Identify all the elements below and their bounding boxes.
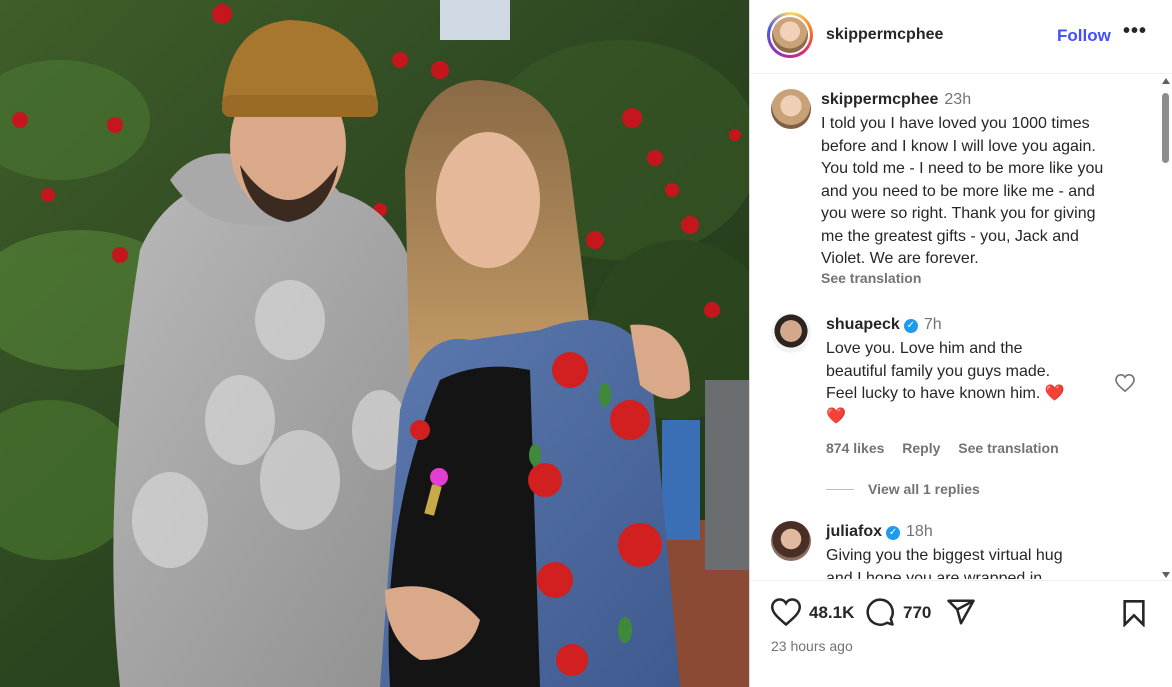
caption: skippermcphee 23h I told you I have loved… [750,75,1160,290]
caption-line: Violet. We are forever. [821,250,979,267]
caption-time: 23h [944,91,972,108]
comments-scrollbar[interactable] [1161,78,1170,578]
verified-badge-icon: ✓ [903,319,918,333]
comments-list[interactable]: skippermcphee 23h I told you I have loved… [750,75,1172,579]
save-bookmark-icon[interactable] [1122,599,1146,627]
comment-text: Love you. Love him and the beautiful fam… [826,338,1116,428]
scrollbar-thumb[interactable] [1162,93,1169,163]
more-options-icon[interactable]: ••• [1123,20,1147,43]
verified-badge-icon: ✓ [886,526,901,540]
follow-button[interactable]: Follow [1057,26,1111,46]
comment-see-translation[interactable]: See translation [958,440,1058,456]
caption-avatar[interactable] [771,89,811,129]
caption-line: I told you I have loved you 1000 times [821,115,1090,132]
view-replies-label[interactable]: View all 1 replies [868,481,980,497]
like-heart-icon[interactable] [771,598,801,626]
comment-bubble-icon[interactable] [865,597,895,627]
scroll-up-arrow-icon[interactable] [1162,78,1170,84]
comment-line-text: Feel lucky to have known him. ❤️ [826,385,1065,402]
author-username[interactable]: skippermcphee [826,26,943,44]
caption-line: You told me - I need to be more like you [821,160,1104,177]
share-paper-plane-icon[interactable] [946,598,976,626]
comment-item: juliafox ✓ 18h Giving you the biggest virt… [750,515,1160,579]
author-avatar[interactable] [767,12,813,58]
comment-username[interactable]: shuapeck [826,316,900,333]
comment-avatar[interactable] [771,313,811,353]
scroll-down-arrow-icon[interactable] [1162,572,1170,578]
comment-line: beautiful family you guys made. [826,362,1051,380]
comment-reply-button[interactable]: Reply [902,440,940,456]
comment-time: 18h [906,523,933,540]
post-image [0,0,749,687]
comment-item: shuapeck ✓ 7h Love you. Love him and the b… [750,305,1160,497]
caption-line: before and I know I will love you again. [821,137,1096,155]
post-photo [0,0,749,687]
comment-line: Love you. Love him and the [826,340,1023,357]
post-sidebar: skippermcphee Follow ••• skippermcphee 23… [749,0,1172,687]
replies-divider [826,489,854,491]
comment-line: and I hope you are wrapped in [826,569,1043,580]
comment-like-icon[interactable] [1115,374,1135,392]
caption-line: you were so right. Thank you for giving [821,205,1096,222]
comment-line: ❤️ [826,407,846,425]
like-count[interactable]: 48.1K [809,603,854,623]
comment-count[interactable]: 770 [903,603,931,623]
comment-line: Feel lucky to have known him. ❤️ [826,383,1116,406]
comment-line: Giving you the biggest virtual hug [826,547,1063,564]
comment-time: 7h [923,316,942,333]
comment-avatar[interactable] [771,521,811,561]
comment-text: Giving you the biggest virtual hug and I… [826,545,1116,579]
caption-see-translation[interactable]: See translation [821,270,921,286]
comment-username[interactable]: juliafox [826,523,882,540]
post-actions: 48.1K 770 23 hours ago [750,580,1172,687]
caption-text: I told you I have loved you 1000 times b… [821,113,1151,271]
caption-line: me the greatest gifts - you, Jack and [821,227,1079,245]
comment-likes[interactable]: 874 likes [826,440,884,456]
post-timestamp: 23 hours ago [771,638,853,654]
view-replies[interactable]: View all 1 replies [826,481,980,499]
caption-line: and you need to be more like me - and [821,182,1095,200]
post-header: skippermcphee Follow ••• [750,0,1172,74]
caption-username[interactable]: skippermcphee [821,91,938,108]
